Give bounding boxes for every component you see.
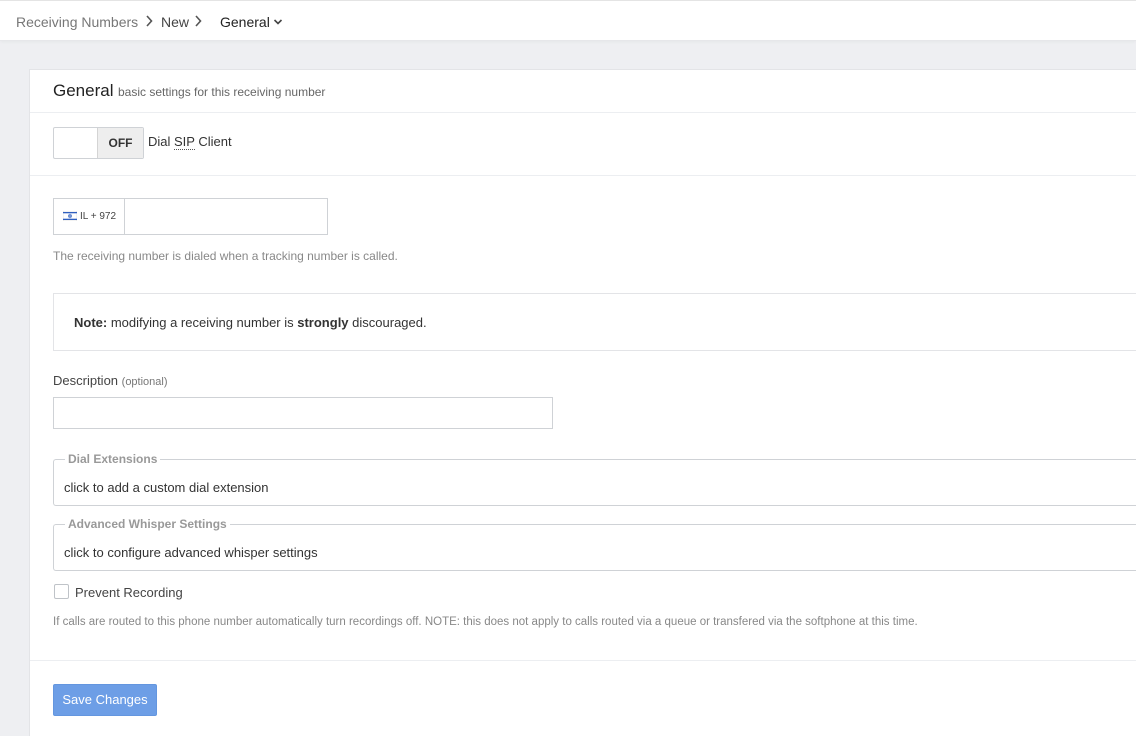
whisper-settings-legend: Advanced Whisper Settings: [65, 517, 230, 531]
country-code-selector[interactable]: IL + 972: [54, 199, 125, 234]
dial-extensions-group: Dial Extensions click to add a custom di…: [53, 452, 1136, 506]
sip-client-toggle-label: Dial SIP Client: [148, 134, 232, 150]
description-input[interactable]: [53, 397, 553, 429]
prevent-recording-help: If calls are routed to this phone number…: [53, 616, 918, 628]
breadcrumb-receiving-numbers[interactable]: Receiving Numbers: [16, 14, 138, 30]
whisper-settings-group: Advanced Whisper Settings click to confi…: [53, 517, 1136, 571]
prevent-recording-label[interactable]: Prevent Recording: [75, 585, 183, 601]
israel-flag-icon: [63, 211, 77, 221]
note-text: Note: modifying a receiving number is st…: [74, 315, 427, 330]
add-dial-extension-link[interactable]: click to add a custom dial extension: [64, 480, 269, 496]
phone-number-field: IL + 972: [53, 198, 328, 235]
phone-help-text: The receiving number is dialed when a tr…: [53, 249, 398, 263]
section-title: General: [53, 81, 114, 100]
prevent-recording-checkbox[interactable]: [54, 584, 69, 599]
sip-client-toggle[interactable]: OFF: [53, 127, 144, 159]
settings-panel: General basic settings for this receivin…: [29, 69, 1136, 736]
configure-whisper-link[interactable]: click to configure advanced whisper sett…: [64, 545, 318, 561]
sip-abbreviation: SIP: [174, 134, 195, 150]
chevron-down-icon[interactable]: [273, 18, 283, 26]
receiving-number-input[interactable]: [126, 199, 327, 234]
note-box: Note: modifying a receiving number is st…: [53, 293, 1136, 351]
breadcrumb-bar: Receiving Numbers New General: [0, 0, 1136, 41]
divider: [30, 660, 1136, 661]
description-label: Description (optional): [53, 373, 168, 388]
chevron-right-icon: [195, 15, 202, 27]
save-changes-button[interactable]: Save Changes: [53, 684, 157, 716]
breadcrumb-new[interactable]: New: [161, 14, 189, 30]
toggle-state-label: OFF: [97, 128, 143, 158]
breadcrumb-general[interactable]: General: [220, 14, 270, 30]
divider: [30, 175, 1136, 176]
section-subtitle: basic settings for this receiving number: [118, 85, 326, 99]
dial-extensions-legend: Dial Extensions: [65, 452, 161, 466]
chevron-right-icon: [146, 15, 153, 27]
divider: [30, 112, 1136, 113]
country-code-label: IL + 972: [80, 211, 117, 222]
